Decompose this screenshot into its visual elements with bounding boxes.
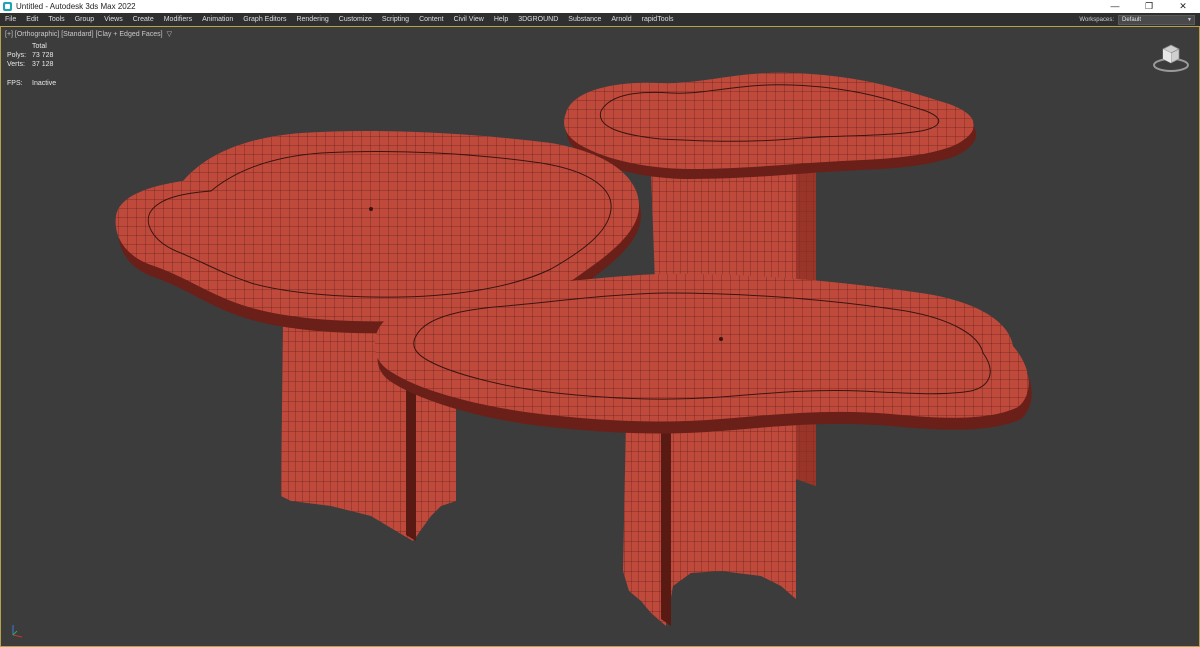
close-button[interactable]: ✕ [1166, 0, 1200, 13]
stats-polys-label: Polys: [7, 52, 27, 59]
workspace-dropdown[interactable]: Default ▼ [1118, 14, 1195, 25]
menu-views[interactable]: Views [99, 13, 128, 26]
menu-edit[interactable]: Edit [21, 13, 43, 26]
table-front-right-leg-shade [661, 421, 671, 626]
menu-rapidtools[interactable]: rapidTools [637, 13, 679, 26]
menu-graph-editors[interactable]: Graph Editors [238, 13, 291, 26]
workspace-value: Default [1122, 16, 1142, 23]
scene-canvas[interactable] [1, 27, 1199, 646]
stats-fps-value: Inactive [32, 80, 57, 87]
scene-statistics: Total Polys: 73 728 Verts: 37 128 FPS: I… [7, 42, 56, 88]
menu-file[interactable]: File [0, 13, 21, 26]
workspace-selector: Workspaces: Default ▼ [1079, 14, 1195, 25]
filter-icon[interactable]: ▽ [167, 30, 172, 38]
menu-arnold[interactable]: Arnold [606, 13, 636, 26]
window-title: Untitled - Autodesk 3ds Max 2022 [16, 2, 136, 11]
menu-rendering[interactable]: Rendering [291, 13, 333, 26]
window-controls: — ❐ ✕ [1098, 0, 1200, 13]
restore-button[interactable]: ❐ [1132, 0, 1166, 13]
menu-content[interactable]: Content [414, 13, 449, 26]
menu-animation[interactable]: Animation [197, 13, 238, 26]
menu-modifiers[interactable]: Modifiers [159, 13, 197, 26]
table-front-right[interactable] [374, 273, 1032, 626]
table-left-center [369, 207, 373, 211]
table-front-right-top-wire [374, 273, 1029, 422]
menu-tools[interactable]: Tools [43, 13, 69, 26]
menu-civil-view[interactable]: Civil View [449, 13, 489, 26]
stats-verts-label: Verts: [7, 61, 25, 68]
stats-fps-row: FPS: Inactive [7, 79, 56, 88]
axis-tripod-icon [12, 625, 23, 638]
stats-total-label: Total [32, 43, 47, 50]
menu-substance[interactable]: Substance [563, 13, 606, 26]
title-bar: Untitled - Autodesk 3ds Max 2022 — ❐ ✕ [0, 0, 1200, 13]
stats-fps-label: FPS: [7, 80, 23, 87]
stats-polys-row: Polys: 73 728 [7, 51, 56, 60]
table-front-right-center [719, 337, 723, 341]
menu-customize[interactable]: Customize [334, 13, 377, 26]
workspace-label: Workspaces: [1079, 16, 1114, 23]
chevron-down-icon: ▼ [1187, 16, 1192, 23]
app-window: Untitled - Autodesk 3ds Max 2022 — ❐ ✕ F… [0, 0, 1200, 647]
perspective-viewport[interactable]: [+] [Orthographic] [Standard] [Clay + Ed… [0, 26, 1200, 647]
menu-create[interactable]: Create [128, 13, 159, 26]
menu-help[interactable]: Help [489, 13, 513, 26]
table-front-right-leg-wire [623, 421, 796, 626]
viewport-label-menu[interactable]: [+] [Orthographic] [Standard] [Clay + Ed… [5, 30, 172, 39]
stats-verts-value: 37 128 [32, 61, 54, 68]
viewport-label[interactable]: [+] [Orthographic] [Standard] [Clay + Ed… [5, 31, 163, 38]
stats-verts-row: Verts: 37 128 [7, 60, 56, 69]
menu-scripting[interactable]: Scripting [377, 13, 414, 26]
menu-bar: File Edit Tools Group Views Create Modif… [0, 13, 1200, 26]
menu-group[interactable]: Group [70, 13, 99, 26]
app-icon [3, 2, 12, 11]
table-back-right-top-wire [564, 72, 974, 169]
stats-polys-value: 73 728 [32, 52, 54, 59]
minimize-button[interactable]: — [1098, 0, 1132, 13]
menu-3dground[interactable]: 3DGROUND [513, 13, 563, 26]
viewcube-icon[interactable] [1151, 41, 1191, 75]
